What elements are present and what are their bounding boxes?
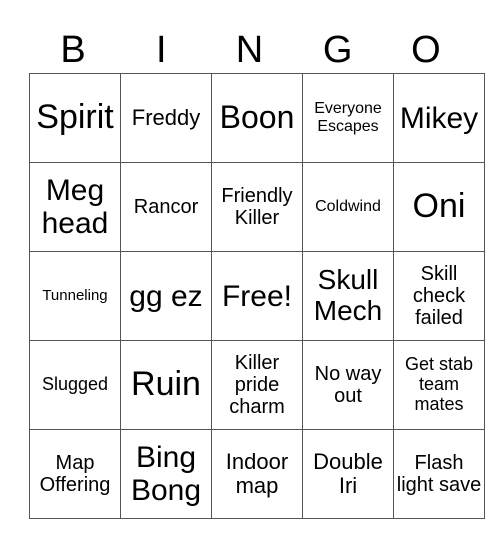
bingo-cell[interactable]: Rancor [120,162,212,252]
bingo-cell[interactable]: No way out [302,340,394,430]
bingo-cell[interactable]: Ruin [120,340,212,430]
bingo-cell[interactable]: Flash light save [393,429,485,519]
header-letter-o: O [411,29,441,71]
bingo-cell[interactable]: Slugged [29,340,121,430]
bingo-header: B I N G O [29,28,470,73]
free-space[interactable]: Free! [211,251,303,341]
header-letter-n: N [235,29,264,71]
bingo-cell[interactable]: Get stab team mates [393,340,485,430]
bingo-cell[interactable]: Tunneling [29,251,121,341]
bingo-row: Meg head Rancor Friendly Killer Coldwind… [29,162,485,252]
bingo-cell[interactable]: Everyone Escapes [302,73,394,163]
bingo-cell[interactable]: Bing Bong [120,429,212,519]
bingo-cell[interactable]: Skill check failed [393,251,485,341]
bingo-cell[interactable]: Friendly Killer [211,162,303,252]
bingo-cell[interactable]: Double Iri [302,429,394,519]
bingo-cell[interactable]: Skull Mech [302,251,394,341]
bingo-cell[interactable]: Coldwind [302,162,394,252]
bingo-cell[interactable]: Freddy [120,73,212,163]
bingo-row: Slugged Ruin Killer pride charm No way o… [29,340,485,430]
header-letter-b: B [60,29,86,71]
bingo-card: Spirit Freddy Boon Everyone Escapes Mike… [29,73,485,519]
bingo-cell[interactable]: Killer pride charm [211,340,303,430]
bingo-row: Map Offering Bing Bong Indoor map Double… [29,429,485,519]
bingo-cell[interactable]: Oni [393,162,485,252]
bingo-row: Tunneling gg ez Free! Skull Mech Skill c… [29,251,485,341]
bingo-cell[interactable]: Meg head [29,162,121,252]
bingo-cell[interactable]: Map Offering [29,429,121,519]
bingo-cell[interactable]: Indoor map [211,429,303,519]
bingo-row: Spirit Freddy Boon Everyone Escapes Mike… [29,73,485,163]
bingo-cell[interactable]: Boon [211,73,303,163]
bingo-cell[interactable]: Mikey [393,73,485,163]
header-letter-i: I [156,29,167,71]
bingo-cell[interactable]: gg ez [120,251,212,341]
bingo-cell[interactable]: Spirit [29,73,121,163]
header-letter-g: G [322,29,353,71]
